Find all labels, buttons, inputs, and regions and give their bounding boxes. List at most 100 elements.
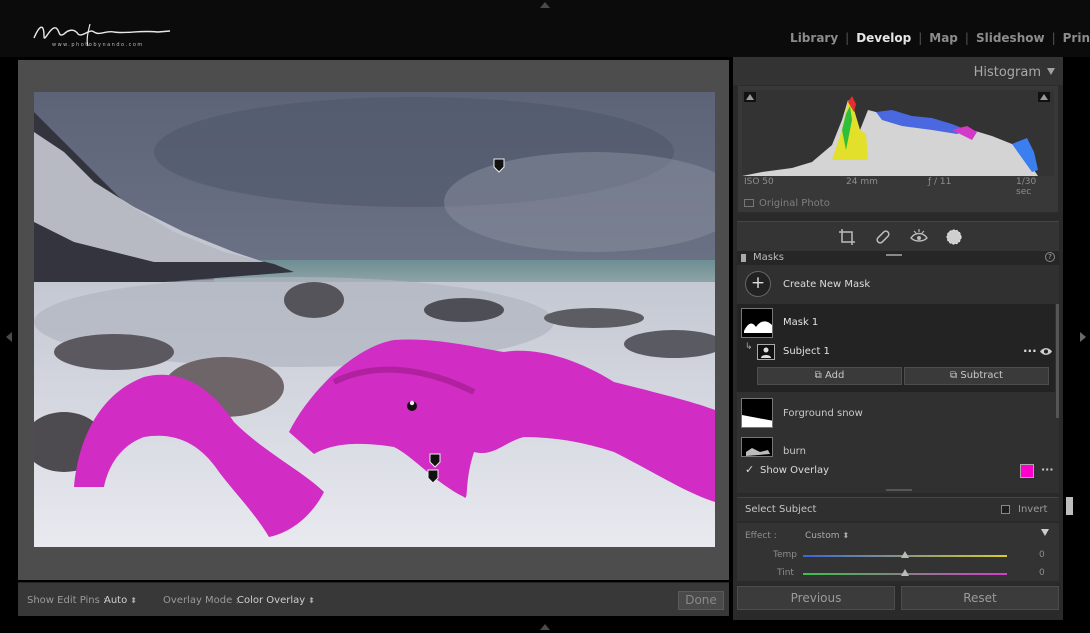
overlay-color-swatch[interactable]: [1020, 464, 1034, 478]
effect-label: Effect :: [745, 531, 777, 541]
show-edit-pins-dropdown[interactable]: Auto ⬍: [104, 595, 137, 606]
redeye-icon[interactable]: [910, 228, 928, 246]
create-new-mask-row[interactable]: + Create New Mask: [737, 267, 1059, 303]
histogram-header[interactable]: Histogram: [733, 57, 1063, 85]
collapse-triangle-icon[interactable]: [1041, 529, 1049, 536]
updown-icon: ⬍: [130, 596, 137, 605]
module-print[interactable]: Prin: [1056, 31, 1090, 45]
logo-subtext: www.photobynando.com: [52, 42, 144, 48]
histogram-graph[interactable]: [742, 90, 1054, 176]
done-button[interactable]: Done: [678, 591, 724, 610]
heal-icon[interactable]: [874, 228, 892, 246]
panel-grip-icon[interactable]: [741, 254, 746, 262]
component-name-subject-1[interactable]: Subject 1: [783, 346, 830, 357]
exif-shutter: 1/30 sec: [1016, 177, 1037, 197]
previous-button[interactable]: Previous: [737, 586, 895, 610]
module-map[interactable]: Map: [922, 31, 965, 45]
histogram-title: Histogram: [973, 65, 1041, 80]
collapse-triangle-icon[interactable]: [1047, 68, 1055, 75]
select-subject-label: Select Subject: [745, 504, 817, 515]
shadow-clipping-icon[interactable]: [744, 92, 756, 102]
module-slideshow[interactable]: Slideshow: [969, 31, 1052, 45]
highlight-clipping-icon[interactable]: [1038, 92, 1050, 102]
temp-value[interactable]: 0: [1039, 550, 1045, 560]
mask-1-block: Mask 1 ↳ Subject 1 ··· ⧉ Add ⧉ Subtract: [737, 304, 1055, 392]
bottom-toolbar: Show Edit Pins : Auto ⬍ Overlay Mode : Co…: [18, 582, 729, 616]
show-edit-pins-label: Show Edit Pins :: [27, 595, 107, 606]
mask-thumbnail[interactable]: [741, 308, 773, 338]
checkbox-icon: [744, 199, 754, 207]
add-button[interactable]: ⧉ Add: [757, 367, 902, 385]
tint-label: Tint: [777, 568, 794, 578]
exif-info: ISO 50 24 mm ƒ / 11 1/30 sec: [744, 177, 1054, 197]
tint-slider-thumb[interactable]: [901, 569, 909, 576]
bottom-panel-toggle-icon[interactable]: [540, 624, 550, 630]
module-library[interactable]: Library: [783, 31, 845, 45]
drag-handle-icon[interactable]: [886, 254, 902, 256]
original-photo-label: Original Photo: [759, 198, 830, 209]
module-develop[interactable]: Develop: [849, 31, 918, 45]
show-edit-pins-value: Auto: [104, 595, 128, 606]
subtract-icon: ⧉: [950, 370, 961, 381]
mask-name-burn[interactable]: burn: [783, 446, 806, 457]
effect-preset-dropdown[interactable]: Custom ⬍: [805, 531, 849, 541]
show-overlay-row: ✓ Show Overlay ···: [737, 459, 1059, 483]
create-new-mask-label: Create New Mask: [783, 279, 871, 290]
masks-title: Masks: [753, 252, 784, 263]
photo-preview[interactable]: [34, 92, 715, 547]
effect-section: Effect : Custom ⬍ Temp 0 Tint 0: [737, 523, 1059, 581]
more-options-icon[interactable]: ···: [1023, 344, 1037, 358]
add-button-label: Add: [824, 370, 845, 381]
checkmark-icon[interactable]: ✓: [745, 463, 754, 476]
invert-checkbox[interactable]: [1001, 505, 1010, 514]
effect-preset-value: Custom: [805, 531, 840, 541]
original-photo-toggle[interactable]: Original Photo: [744, 198, 830, 209]
right-panel-toggle-icon[interactable]: [1080, 332, 1086, 342]
crop-icon[interactable]: [838, 228, 856, 246]
show-overlay-label[interactable]: Show Overlay: [760, 465, 829, 476]
temp-slider-thumb[interactable]: [901, 551, 909, 558]
subtract-button-label: Subtract: [960, 370, 1003, 381]
panel-resize-handle-icon[interactable]: [886, 489, 912, 491]
overlay-mode-label: Overlay Mode :: [163, 595, 239, 606]
histogram: ISO 50 24 mm ƒ / 11 1/30 sec Original Ph…: [737, 85, 1059, 213]
subject-component-icon[interactable]: [757, 344, 775, 360]
overlay-mode-dropdown[interactable]: Color Overlay ⬍: [237, 595, 315, 606]
identity-plate-logo: www.photobynando.com: [30, 18, 175, 54]
module-picker: Library | Develop | Map | Slideshow | Pr…: [783, 31, 1090, 45]
tool-strip: [737, 221, 1059, 251]
tint-value[interactable]: 0: [1039, 568, 1045, 578]
exif-iso: ISO 50: [744, 177, 774, 187]
masks-scrollbar[interactable]: [1056, 304, 1059, 418]
right-panel-scrollbar[interactable]: [1066, 497, 1073, 515]
right-panel: Histogram ISO 50 24 mm ƒ / 11 1/30 sec O…: [733, 57, 1063, 620]
plus-icon[interactable]: +: [745, 271, 771, 297]
mask-thumbnail[interactable]: [741, 437, 773, 457]
photo-canvas-area: [18, 60, 729, 580]
add-icon: ⧉: [814, 370, 825, 381]
invert-label: Invert: [1018, 504, 1048, 515]
child-arrow-icon: ↳: [745, 342, 753, 352]
temp-label: Temp: [773, 550, 797, 560]
reset-button[interactable]: Reset: [901, 586, 1059, 610]
help-icon[interactable]: ?: [1045, 252, 1055, 262]
left-panel-toggle-icon[interactable]: [6, 332, 12, 342]
mask-name-mask-1[interactable]: Mask 1: [783, 317, 818, 328]
updown-icon: ⬍: [842, 531, 850, 540]
top-bar: www.photobynando.com Library | Develop |…: [0, 0, 1090, 57]
overlay-options-icon[interactable]: ···: [1041, 463, 1054, 476]
subtract-button[interactable]: ⧉ Subtract: [904, 367, 1049, 385]
select-subject-row: Select Subject Invert: [737, 497, 1059, 521]
eye-visibility-icon[interactable]: [1040, 347, 1052, 356]
overlay-mode-value: Color Overlay: [237, 595, 306, 606]
mask-thumbnail[interactable]: [741, 398, 773, 428]
masks-panel: Masks ? + Create New Mask Mask 1 ↳ Subje…: [737, 251, 1059, 493]
mask-icon[interactable]: [945, 228, 963, 246]
exif-aperture: ƒ / 11: [928, 177, 952, 187]
bottom-buttons: Previous Reset: [737, 586, 1059, 612]
top-panel-toggle-icon[interactable]: [540, 2, 550, 8]
exif-focal: 24 mm: [846, 177, 878, 187]
mask-name-forground-snow[interactable]: Forground snow: [783, 408, 863, 419]
masks-header: Masks ?: [737, 251, 1059, 265]
updown-icon: ⬍: [308, 596, 315, 605]
